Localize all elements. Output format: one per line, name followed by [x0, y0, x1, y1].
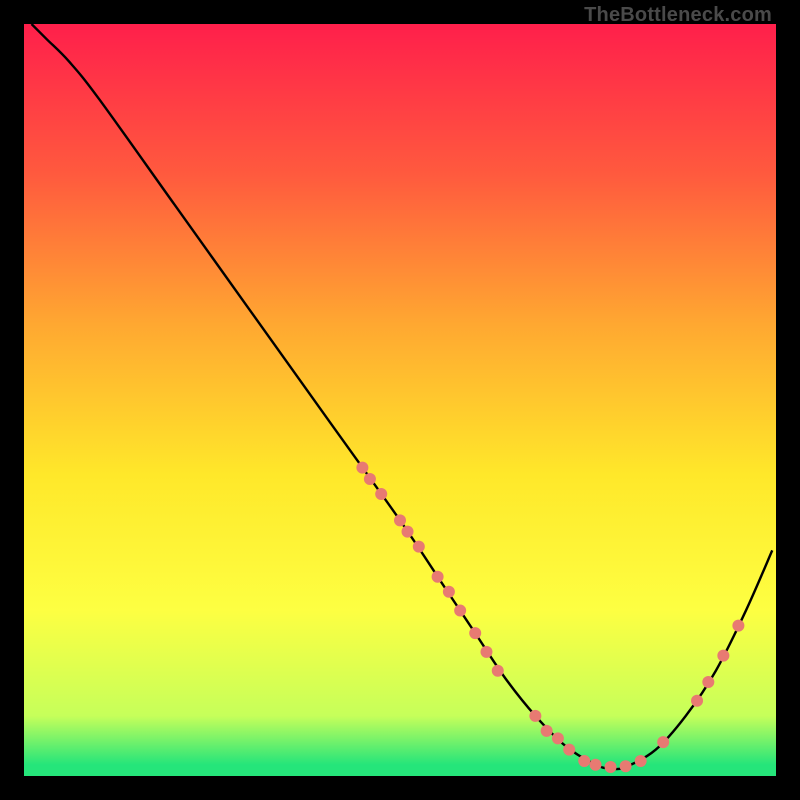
curve-marker	[356, 462, 368, 474]
curve-marker	[364, 473, 376, 485]
curve-marker	[552, 732, 564, 744]
curve-marker	[717, 650, 729, 662]
curve-marker	[492, 665, 504, 677]
chart-background	[24, 24, 776, 776]
curve-marker	[394, 514, 406, 526]
curve-marker	[605, 761, 617, 773]
curve-marker	[578, 755, 590, 767]
bottleneck-chart	[24, 24, 776, 776]
curve-marker	[454, 605, 466, 617]
curve-marker	[541, 725, 553, 737]
curve-marker	[413, 541, 425, 553]
curve-marker	[469, 627, 481, 639]
curve-marker	[691, 695, 703, 707]
curve-marker	[620, 760, 632, 772]
curve-marker	[443, 586, 455, 598]
curve-marker	[432, 571, 444, 583]
chart-frame	[24, 24, 776, 776]
curve-marker	[590, 759, 602, 771]
curve-marker	[402, 526, 414, 538]
attribution-text: TheBottleneck.com	[584, 4, 772, 27]
curve-marker	[563, 744, 575, 756]
curve-marker	[635, 755, 647, 767]
curve-marker	[657, 736, 669, 748]
curve-marker	[702, 676, 714, 688]
curve-marker	[480, 646, 492, 658]
curve-marker	[529, 710, 541, 722]
curve-marker	[375, 488, 387, 500]
curve-marker	[732, 620, 744, 632]
